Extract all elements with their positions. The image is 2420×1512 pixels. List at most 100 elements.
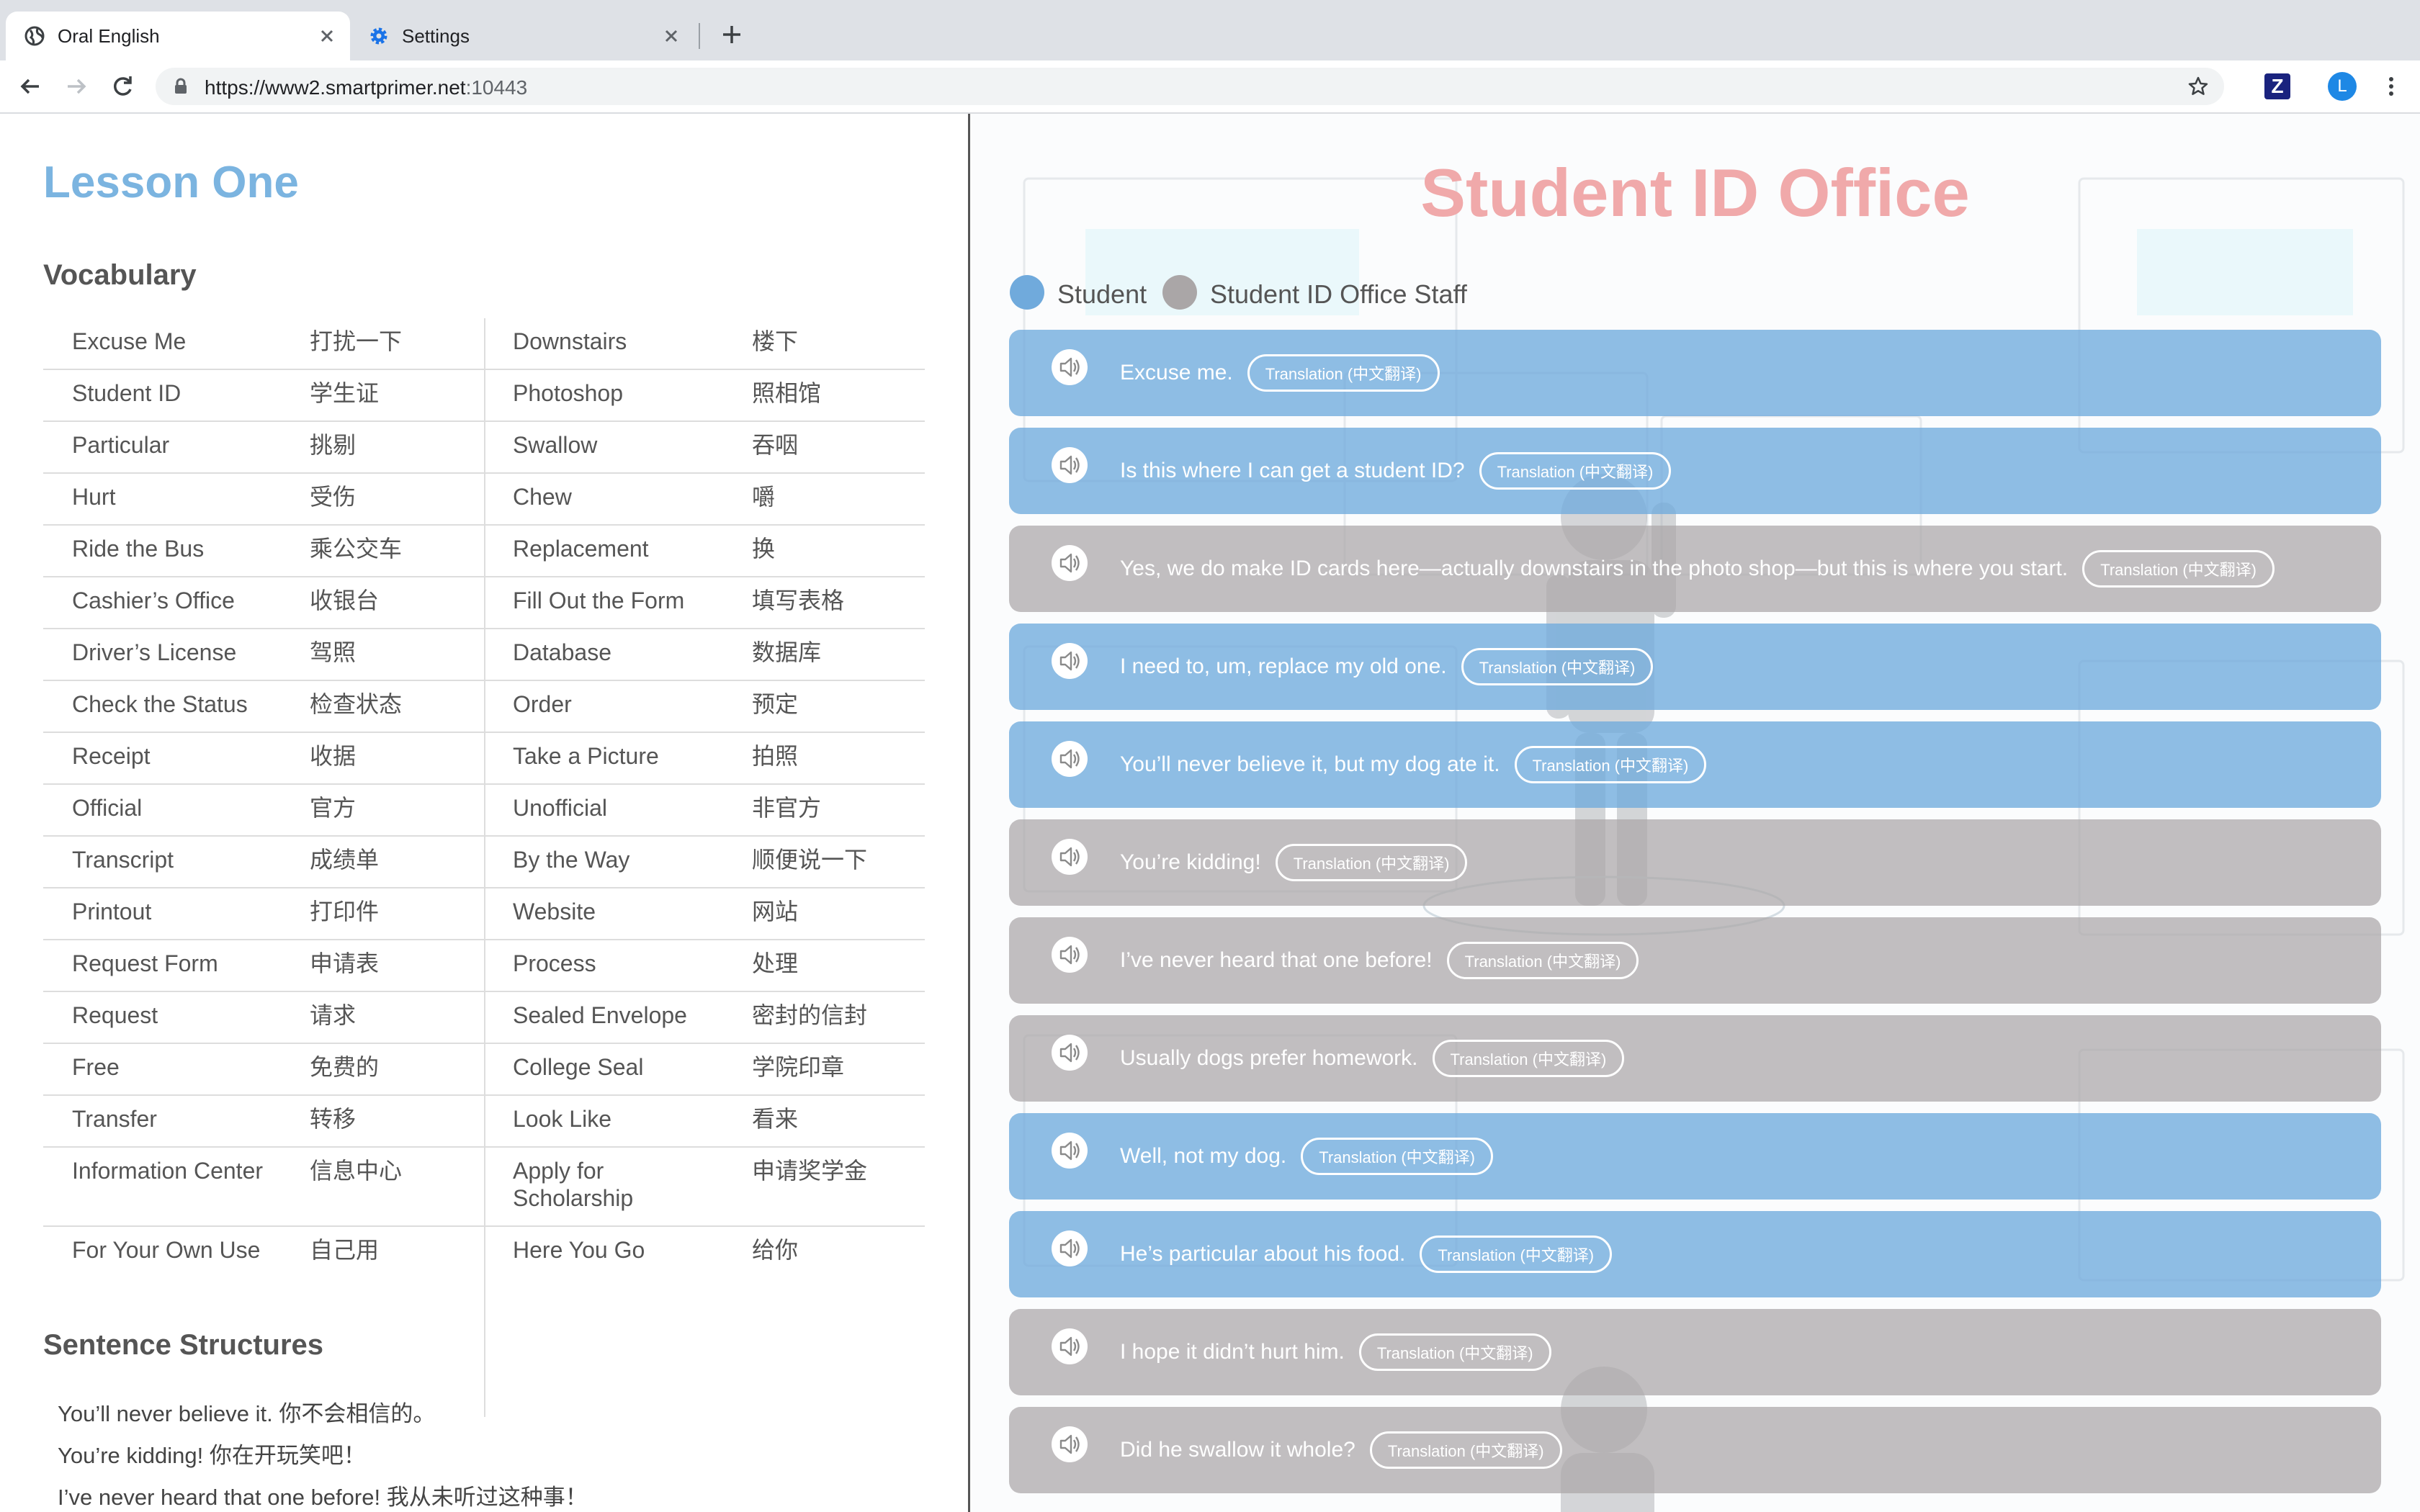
vocabulary-english: Process bbox=[513, 950, 596, 976]
dialogue-text: He’s particular about his food. bbox=[1120, 1242, 1406, 1266]
vocabulary-english: Official bbox=[72, 795, 143, 821]
bookmark-star-icon[interactable] bbox=[2187, 75, 2210, 98]
vocabulary-english: Cashier’s Office bbox=[72, 588, 235, 613]
vocabulary-chinese: 成绩单 bbox=[310, 847, 380, 873]
vocabulary-english: College Seal bbox=[513, 1054, 644, 1080]
dialogue-text: Is this where I can get a student ID? bbox=[1120, 459, 1465, 482]
dialogue-text: Yes, we do make ID cards here—actually d… bbox=[1120, 557, 2069, 580]
vocabulary-english: Request Form bbox=[72, 950, 218, 976]
dialogue-line-student: He’s particular about his food. Translati… bbox=[1009, 1211, 2381, 1297]
dialogue-line-student: You’ll never believe it, but my dog ate … bbox=[1009, 721, 2381, 808]
vocabulary-chinese: 非官方 bbox=[752, 795, 822, 821]
vocabulary-row: Particular 挑剔 Swallow 吞咽 bbox=[43, 422, 925, 474]
back-icon[interactable] bbox=[16, 72, 45, 101]
speaker-audio-icon[interactable] bbox=[1051, 446, 1088, 484]
vocabulary-chinese: 驾照 bbox=[310, 639, 357, 665]
profile-avatar[interactable]: L bbox=[2328, 72, 2357, 101]
translation-button[interactable]: Translation (中文翻译) bbox=[1432, 1040, 1625, 1077]
vocabulary-row: For Your Own Use 自己用 Here You Go 给你 bbox=[43, 1227, 925, 1306]
vocabulary-english: Take a Picture bbox=[513, 743, 659, 769]
forward-icon[interactable] bbox=[62, 72, 91, 101]
sentence-structure: You’ll never believe it. 你不会相信的。 bbox=[58, 1401, 436, 1426]
translation-button[interactable]: Translation (中文翻译) bbox=[1420, 1236, 1613, 1273]
reload-icon[interactable] bbox=[108, 72, 137, 101]
speaker-audio-icon[interactable] bbox=[1051, 1328, 1088, 1365]
more-menu-icon[interactable] bbox=[2377, 72, 2406, 101]
dialogue-title: Student ID Office bbox=[1420, 155, 1970, 230]
vocabulary-english: For Your Own Use bbox=[72, 1237, 261, 1263]
dialogue-line-content: Yes, we do make ID cards here—actually d… bbox=[1120, 526, 2275, 612]
dialogue-line-staff: Usually dogs prefer homework. Translation… bbox=[1009, 1015, 2381, 1102]
vocabulary-row: Request 请求 Sealed Envelope 密封的信封 bbox=[43, 992, 925, 1044]
vocabulary-english: Swallow bbox=[513, 432, 598, 458]
vocabulary-english: Unofficial bbox=[513, 795, 608, 821]
browser-toolbar: https://www2.smartprimer.net:10443 Z L bbox=[0, 60, 2420, 114]
speaker-audio-icon[interactable] bbox=[1051, 544, 1088, 582]
vocabulary-chinese: 申请奖学金 bbox=[752, 1158, 868, 1184]
vocabulary-english: Here You Go bbox=[513, 1237, 645, 1263]
vocabulary-chinese: 免费的 bbox=[310, 1054, 380, 1080]
dialogue-text: Usually dogs prefer homework. bbox=[1120, 1046, 1418, 1070]
vocabulary-english: Website bbox=[513, 899, 596, 924]
translation-button[interactable]: Translation (中文翻译) bbox=[1479, 452, 1672, 490]
speaker-audio-icon[interactable] bbox=[1051, 740, 1088, 778]
dialogue-line-student: Excuse me. Translation (中文翻译) bbox=[1009, 330, 2381, 416]
translation-button[interactable]: Translation (中文翻译) bbox=[1446, 942, 1639, 979]
speaker-audio-icon[interactable] bbox=[1051, 1426, 1088, 1463]
globe-icon bbox=[24, 26, 45, 46]
translation-button[interactable]: Translation (中文翻译) bbox=[1275, 844, 1468, 881]
translation-button[interactable]: Translation (中文翻译) bbox=[1247, 354, 1440, 392]
close-icon[interactable] bbox=[315, 24, 339, 48]
dialogue-line-content: I need to, um, replace my old one. Transl… bbox=[1120, 624, 1654, 710]
tab-oral-english[interactable]: Oral English bbox=[6, 12, 350, 60]
translation-button[interactable]: Translation (中文翻译) bbox=[2082, 550, 2275, 588]
dialogue-line-content: You’ll never believe it, but my dog ate … bbox=[1120, 721, 1707, 808]
speaker-audio-icon[interactable] bbox=[1051, 1230, 1088, 1267]
translation-button[interactable]: Translation (中文翻译) bbox=[1301, 1138, 1493, 1175]
vocabulary-english: Request bbox=[72, 1002, 158, 1028]
speaker-audio-icon[interactable] bbox=[1051, 838, 1088, 876]
dialogue-line-staff: You’re kidding! Translation (中文翻译) bbox=[1009, 819, 2381, 906]
dialogue-pane[interactable]: Student ID Office Student Student ID Off… bbox=[970, 114, 2420, 1512]
dialogue-text: Did he swallow it whole? bbox=[1120, 1438, 1355, 1462]
tab-title: Oral English bbox=[58, 25, 160, 47]
vocabulary-english: Check the Status bbox=[72, 691, 248, 717]
vocabulary-row: Student ID 学生证 Photoshop 照相馆 bbox=[43, 370, 925, 422]
tab-separator bbox=[699, 23, 700, 49]
dialogue-line-staff: Yes, we do make ID cards here—actually d… bbox=[1009, 526, 2381, 612]
translation-button[interactable]: Translation (中文翻译) bbox=[1461, 648, 1654, 685]
speaker-audio-icon[interactable] bbox=[1051, 1034, 1088, 1071]
speaker-audio-icon[interactable] bbox=[1051, 1132, 1088, 1169]
translation-button[interactable]: Translation (中文翻译) bbox=[1514, 746, 1707, 783]
vocabulary-english: Order bbox=[513, 691, 572, 717]
translation-button[interactable]: Translation (中文翻译) bbox=[1369, 1431, 1562, 1469]
page-content: Lesson One Vocabulary Excuse Me 打扰一下 Downs… bbox=[0, 114, 2420, 1512]
dialogue-line-staff: I hope it didn’t hurt him. Translation (中… bbox=[1009, 1309, 2381, 1395]
vocabulary-chinese: 楼下 bbox=[752, 328, 799, 354]
staff-color-dot bbox=[1162, 275, 1197, 310]
vocabulary-row: Transfer 转移 Look Like 看来 bbox=[43, 1096, 925, 1148]
address-bar[interactable]: https://www2.smartprimer.net:10443 bbox=[156, 68, 2224, 105]
close-icon[interactable] bbox=[660, 24, 683, 48]
dialogue-text: You’ll never believe it, but my dog ate … bbox=[1120, 752, 1500, 776]
vocabulary-chinese: 处理 bbox=[752, 950, 799, 976]
vocabulary-chinese: 自己用 bbox=[310, 1237, 380, 1263]
vocabulary-chinese: 挑剔 bbox=[310, 432, 357, 458]
tab-settings[interactable]: Settings bbox=[350, 12, 694, 60]
vocabulary-english: Excuse Me bbox=[72, 328, 187, 354]
vocabulary-chinese: 填写表格 bbox=[752, 588, 845, 613]
vocabulary-row: Check the Status 检查状态 Order 预定 bbox=[43, 681, 925, 733]
new-tab-icon[interactable] bbox=[717, 20, 746, 49]
vocabulary-chinese: 乘公交车 bbox=[310, 536, 403, 562]
translation-button[interactable]: Translation (中文翻译) bbox=[1358, 1333, 1551, 1371]
dialogue-line-content: I’ve never heard that one before! Transla… bbox=[1120, 917, 1639, 1004]
vocabulary-chinese: 转移 bbox=[310, 1106, 357, 1132]
vocabulary-row: Information Center 信息中心 Apply for Scholars… bbox=[43, 1148, 925, 1227]
speaker-audio-icon[interactable] bbox=[1051, 348, 1088, 386]
speaker-audio-icon[interactable] bbox=[1051, 642, 1088, 680]
vocabulary-row: Transcript 成绩单 By the Way 顺便说一下 bbox=[43, 837, 925, 888]
dialogue-line-student: Well, not my dog. Translation (中文翻译) bbox=[1009, 1113, 2381, 1200]
vocabulary-row: Driver’s License 驾照 Database 数据库 bbox=[43, 629, 925, 681]
extension-icon[interactable]: Z bbox=[2264, 73, 2290, 99]
speaker-audio-icon[interactable] bbox=[1051, 936, 1088, 973]
